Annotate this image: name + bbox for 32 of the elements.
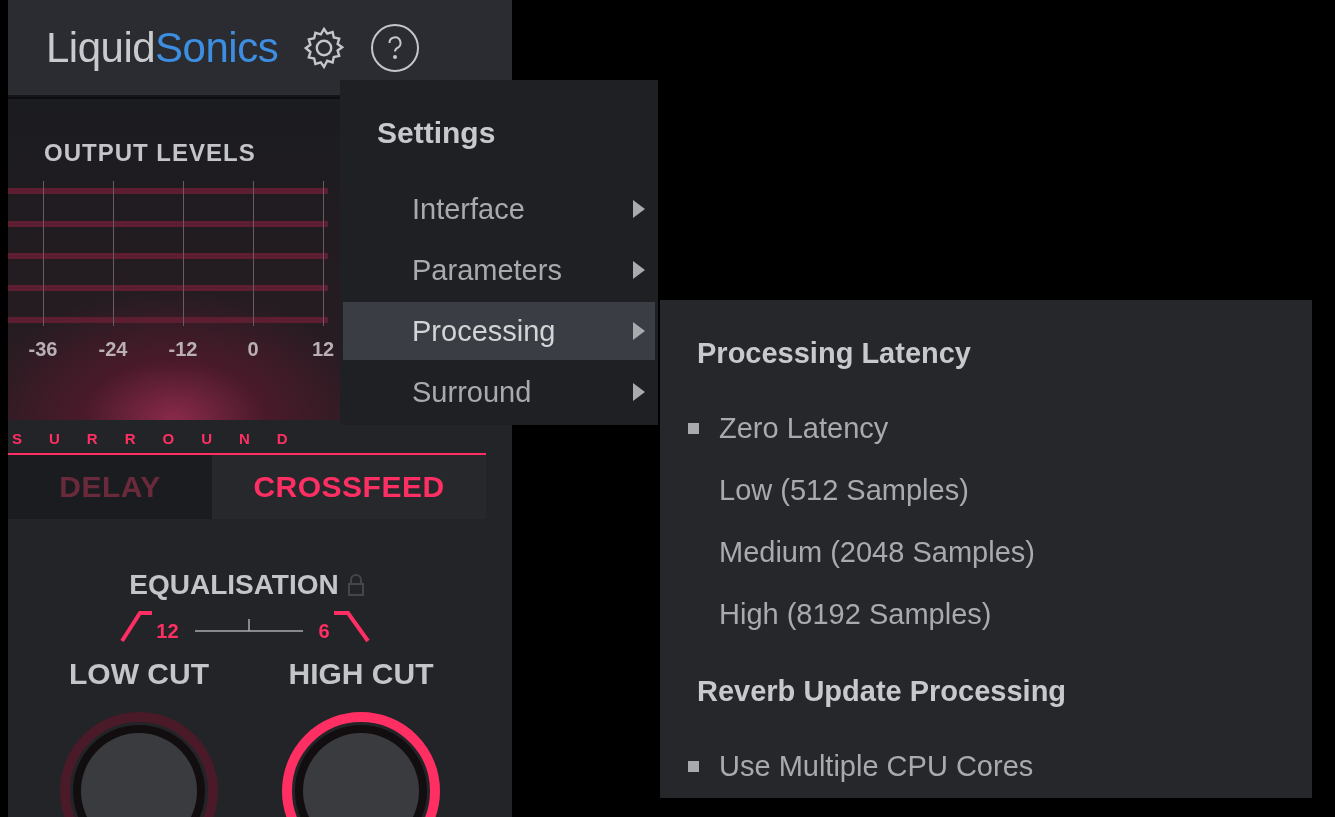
- menu-item[interactable]: Parameters: [343, 241, 655, 299]
- submenu-arrow-icon: [633, 322, 645, 340]
- menu-item[interactable]: Interface: [343, 180, 655, 238]
- low-cut-slope-value[interactable]: 12: [156, 620, 179, 643]
- menu-option[interactable]: High (8192 Samples): [719, 597, 992, 631]
- submenu-arrow-icon: [633, 200, 645, 218]
- tab[interactable]: CROSSFEED: [212, 455, 486, 519]
- menu-title: Settings: [376, 115, 496, 151]
- submenu-heading: Processing Latency: [697, 336, 971, 371]
- meter-tick-label: -24: [97, 338, 129, 361]
- knob-label: LOW CUT: [69, 657, 209, 691]
- low-cut-slope-icon: [120, 609, 153, 643]
- submenu-arrow-icon: [633, 261, 645, 279]
- meter-tick-label: 0: [246, 338, 260, 361]
- submenu-arrow-icon: [633, 383, 645, 401]
- help-icon[interactable]: [370, 22, 421, 73]
- menu-option[interactable]: Low (512 Samples): [719, 473, 969, 507]
- submenu-heading: Reverb Update Processing: [697, 674, 1067, 709]
- menu-option[interactable]: Zero Latency: [719, 411, 889, 445]
- knob-label: HIGH CUT: [288, 657, 434, 691]
- meter-title: OUTPUT LEVELS: [43, 139, 257, 167]
- high-cut-slope-value[interactable]: 6: [318, 620, 330, 643]
- meter-tick-label: 12: [310, 338, 336, 361]
- menu-option[interactable]: Medium (2048 Samples): [719, 535, 1035, 569]
- logo: LiquidSonics: [46, 23, 279, 72]
- menu-item[interactable]: Surround: [343, 363, 655, 421]
- section-title: EQUALISATION: [129, 569, 339, 601]
- menu-option[interactable]: Use Multiple CPU Cores: [719, 749, 1034, 783]
- menu-item[interactable]: Processing: [343, 302, 655, 360]
- meter-tick-label: -12: [167, 338, 199, 361]
- high-cut-slope-icon: [333, 609, 370, 643]
- meter-tick-label: -36: [27, 338, 59, 361]
